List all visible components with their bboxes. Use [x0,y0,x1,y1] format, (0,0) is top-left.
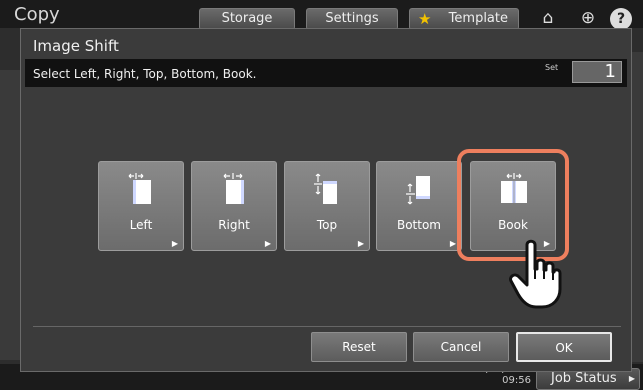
clock-time: 09:56 [502,375,531,386]
triangle-right-icon: ▶ [264,239,271,248]
home-icon[interactable]: ⌂ [535,7,561,29]
app-title: Copy [14,4,60,25]
pointing-hand-icon [509,239,562,309]
left-shift-label: Left [129,218,153,232]
message-bar: Select Left, Right, Top, Bottom, Book. S… [25,59,627,87]
help-icon[interactable]: ? [610,8,632,30]
top-shift-button[interactable]: Top ▶ [284,161,370,251]
left-shift-button[interactable]: Left ▶ [98,161,184,251]
triangle-right-icon: ▶ [357,239,364,248]
cancel-button[interactable]: Cancel [413,332,509,362]
bottom-shift-icon [406,176,430,205]
left-shift-icon [128,173,151,204]
bottom-shift-button[interactable]: Bottom ▶ [376,161,462,251]
divider [33,326,621,327]
globe-icon[interactable]: ⊕ [575,7,601,29]
job-status-label: Job Status [551,371,617,386]
top-shift-label: Top [316,218,338,232]
dialog-title: Image Shift [33,37,119,55]
tab-storage[interactable]: Storage [199,8,295,30]
reset-button[interactable]: Reset [311,332,407,362]
set-label: Set [545,63,559,72]
tab-settings[interactable]: Settings [306,8,398,30]
right-shift-icon [223,173,244,204]
ok-button[interactable]: OK [516,332,612,362]
right-shift-label: Right [218,218,250,232]
top-bar: Copy Storage Settings ★ Template ⌂ ⊕ ? [0,0,643,30]
instruction-text: Select Left, Right, Top, Bottom, Book. [33,67,257,81]
triangle-right-icon: ▶ [449,239,456,248]
tab-template[interactable]: ★ Template [409,8,519,30]
background-panel [0,70,20,360]
tab-template-label: Template [448,11,508,26]
right-shift-button[interactable]: Right ▶ [191,161,277,251]
set-count-field[interactable]: 1 [572,61,622,83]
triangle-right-icon: ▶ [628,374,635,383]
star-icon: ★ [418,10,432,28]
bottom-shift-label: Bottom [396,218,441,232]
top-shift-icon [314,173,337,204]
triangle-right-icon: ▶ [171,239,178,248]
image-shift-dialog: Image Shift Select Left, Right, Top, Bot… [20,28,632,372]
